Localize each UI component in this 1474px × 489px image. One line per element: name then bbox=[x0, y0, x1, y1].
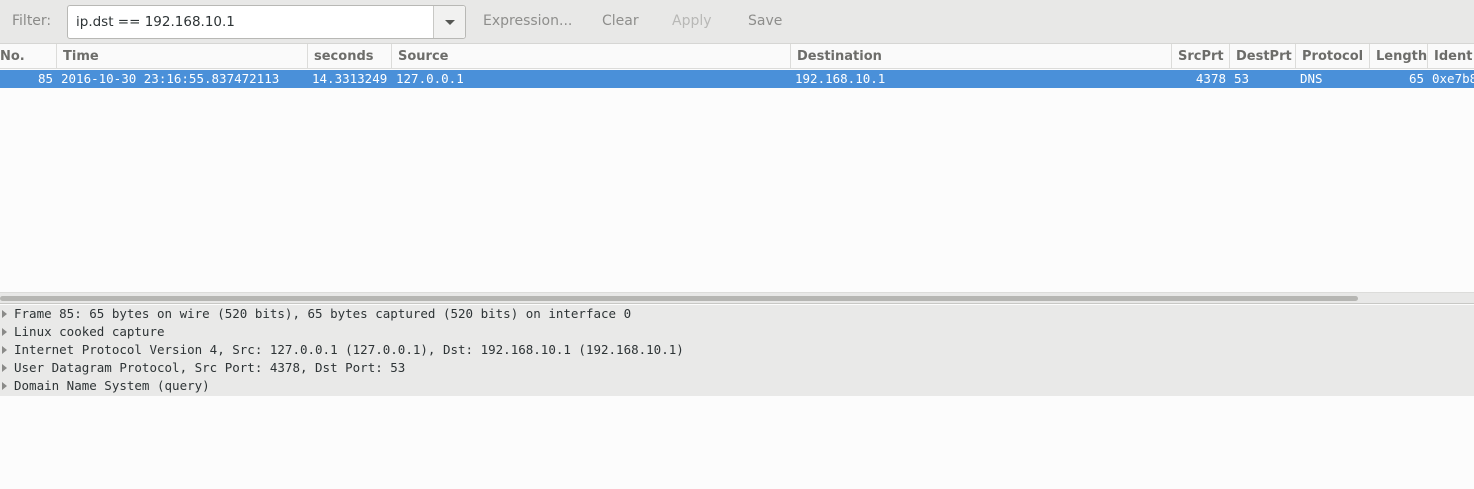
packet-list-horizontal-scrollbar[interactable] bbox=[0, 292, 1474, 304]
column-header-srcprt[interactable]: SrcPrt bbox=[1172, 44, 1230, 69]
tree-item-label: Linux cooked capture bbox=[14, 324, 165, 339]
filter-combobox[interactable] bbox=[67, 5, 466, 39]
column-header-seconds[interactable]: seconds bbox=[308, 44, 392, 69]
cell-no: 85 bbox=[37, 71, 53, 86]
filter-dropdown-button[interactable] bbox=[433, 6, 465, 38]
packet-details-tree: Frame 85: 65 bytes on wire (520 bits), 6… bbox=[0, 305, 1474, 396]
filter-label: Filter: bbox=[12, 13, 52, 29]
table-row[interactable]: 85 2016-10-30 23:16:55.837472113 14.3313… bbox=[0, 70, 1474, 88]
column-header-length[interactable]: Length bbox=[1370, 44, 1428, 69]
expression-button[interactable]: Expression... bbox=[483, 13, 572, 29]
cell-protocol: DNS bbox=[1300, 71, 1323, 86]
column-header-no[interactable]: No. bbox=[0, 44, 57, 69]
expand-arrow-icon[interactable] bbox=[2, 328, 7, 336]
packet-bytes-pane bbox=[0, 396, 1474, 489]
expand-arrow-icon[interactable] bbox=[2, 382, 7, 390]
column-header-destprt[interactable]: DestPrt bbox=[1230, 44, 1296, 69]
clear-button[interactable]: Clear bbox=[602, 13, 639, 29]
tree-item-dns[interactable]: Domain Name System (query) bbox=[0, 377, 1474, 395]
save-button[interactable]: Save bbox=[748, 13, 782, 29]
expand-arrow-icon[interactable] bbox=[2, 364, 7, 372]
scrollbar-thumb[interactable] bbox=[0, 296, 1358, 301]
filter-toolbar: Filter: Expression... Clear Apply Save bbox=[0, 0, 1474, 44]
tree-item-udp[interactable]: User Datagram Protocol, Src Port: 4378, … bbox=[0, 359, 1474, 377]
cell-time: 2016-10-30 23:16:55.837472113 bbox=[61, 71, 280, 86]
column-header-destination[interactable]: Destination bbox=[791, 44, 1172, 69]
tree-item-label: Domain Name System (query) bbox=[14, 378, 210, 393]
cell-seconds: 14.3313249 bbox=[312, 71, 388, 86]
column-header-time[interactable]: Time bbox=[57, 44, 308, 69]
tree-item-label: Frame 85: 65 bytes on wire (520 bits), 6… bbox=[14, 306, 632, 321]
cell-source: 127.0.0.1 bbox=[396, 71, 464, 86]
tree-item-label: User Datagram Protocol, Src Port: 4378, … bbox=[14, 360, 406, 375]
cell-length: 65 bbox=[1408, 71, 1424, 86]
cell-destprt: 53 bbox=[1234, 71, 1250, 86]
expand-arrow-icon[interactable] bbox=[2, 310, 7, 318]
expand-arrow-icon[interactable] bbox=[2, 346, 7, 354]
column-header-ident[interactable]: Ident bbox=[1428, 44, 1474, 69]
tree-item-linux-cooked-capture[interactable]: Linux cooked capture bbox=[0, 323, 1474, 341]
tree-item-frame[interactable]: Frame 85: 65 bytes on wire (520 bits), 6… bbox=[0, 305, 1474, 323]
chevron-down-icon bbox=[445, 20, 455, 25]
apply-button[interactable]: Apply bbox=[672, 13, 712, 29]
cell-ident: 0xe7b8 bbox=[1432, 71, 1474, 86]
tree-item-label: Internet Protocol Version 4, Src: 127.0.… bbox=[14, 342, 684, 357]
column-header-protocol[interactable]: Protocol bbox=[1296, 44, 1370, 69]
column-header-source[interactable]: Source bbox=[392, 44, 791, 69]
cell-destination: 192.168.10.1 bbox=[795, 71, 886, 86]
packet-list: 85 2016-10-30 23:16:55.837472113 14.3313… bbox=[0, 69, 1474, 292]
cell-srcprt: 4378 bbox=[1195, 71, 1226, 86]
filter-input[interactable] bbox=[68, 6, 433, 38]
tree-item-ipv4[interactable]: Internet Protocol Version 4, Src: 127.0.… bbox=[0, 341, 1474, 359]
packet-list-header: No. Time seconds Source Destination SrcP… bbox=[0, 44, 1474, 69]
